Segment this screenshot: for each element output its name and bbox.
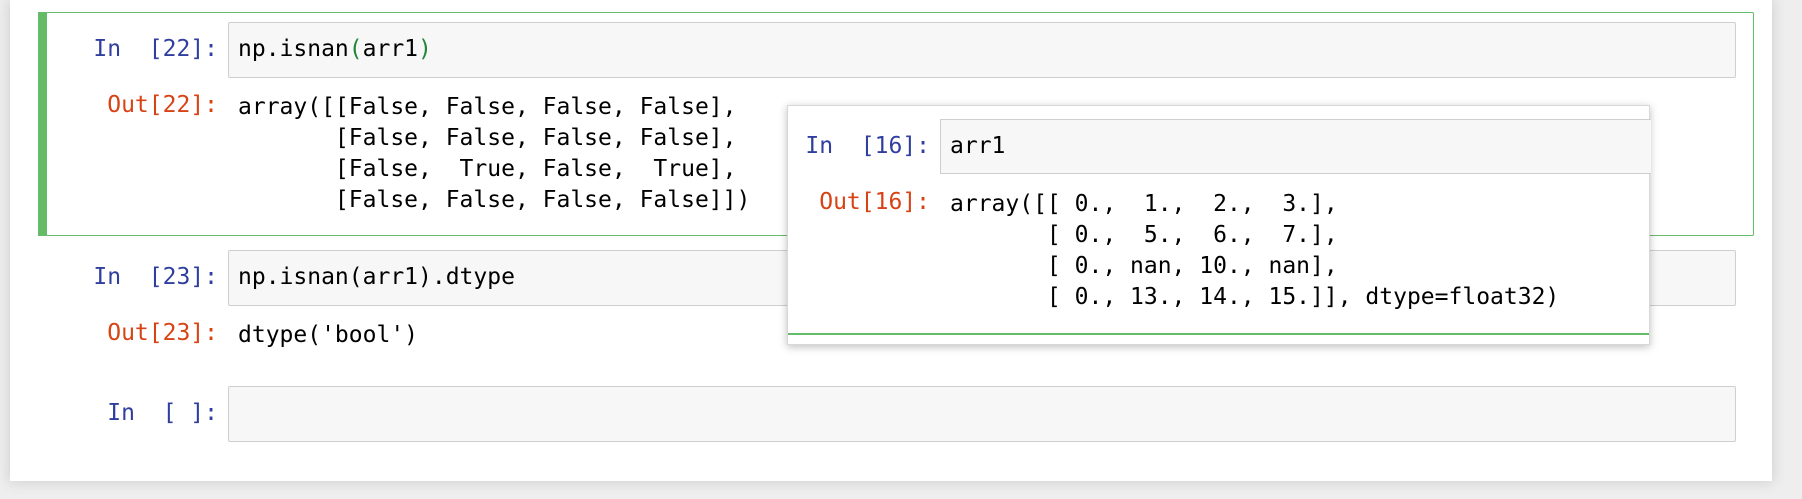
cell-output: dtype('bool') [238, 322, 419, 348]
input-prompt: In [22]: [93, 36, 218, 62]
scratchpad-popup[interactable]: In [16]: arr1 Out[16]: array([[ 0., 1., … [787, 105, 1651, 345]
output-prompt: Out[16]: [819, 189, 930, 215]
code-paren-close: ) [418, 36, 432, 62]
popup-bottom-border [788, 333, 1649, 335]
code-function: np.isnan [238, 36, 349, 62]
input-prompt: In [ ]: [107, 400, 218, 426]
code-input[interactable]: np.isnan(arr1) [228, 22, 1736, 78]
cell-output: array([[ 0., 1., 2., 3.], [ 0., 5., 6., … [950, 191, 1560, 310]
output-prompt: Out[22]: [107, 92, 218, 118]
input-prompt: In [23]: [93, 264, 218, 290]
code-text: np.isnan(arr1).dtype [238, 264, 515, 290]
code-paren-open: ( [348, 36, 363, 62]
code-argument: arr1 [362, 36, 419, 62]
input-prompt: In [16]: [805, 133, 930, 159]
cell-output: array([[False, False, False, False], [Fa… [238, 94, 751, 213]
code-text: arr1 [950, 133, 1006, 159]
selected-cell-marker [38, 12, 47, 236]
code-text: np.isnan(arr1) [238, 34, 432, 65]
output-prompt: Out[23]: [107, 320, 218, 346]
code-input[interactable]: arr1 [940, 119, 1651, 174]
code-input-empty[interactable] [228, 386, 1736, 442]
